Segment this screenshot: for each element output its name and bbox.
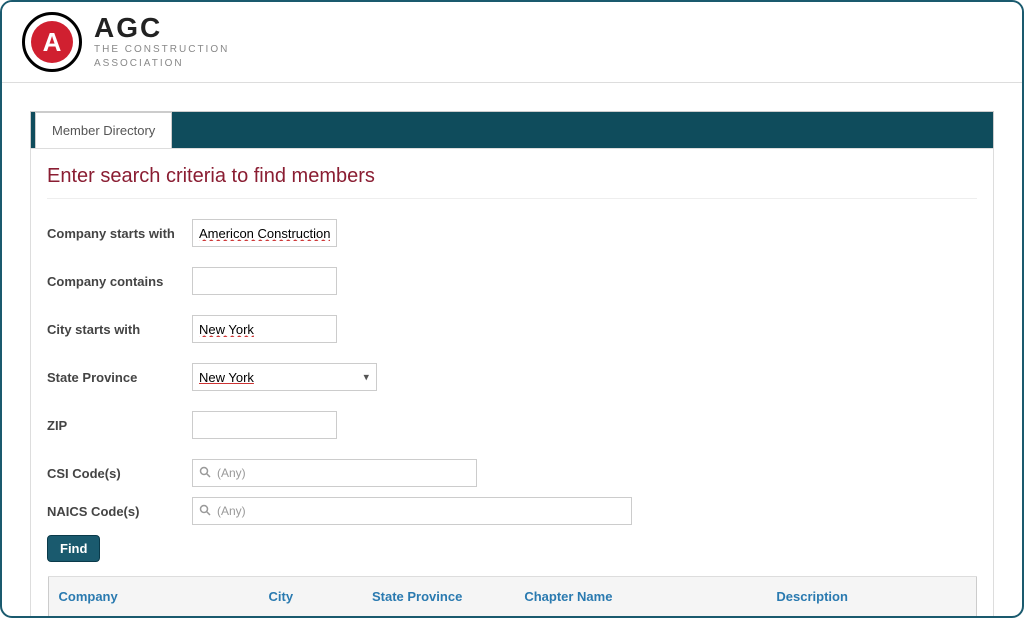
csi-codes-label: CSI Code(s) xyxy=(47,466,192,481)
results-header-row: Company City State Province Chapter Name… xyxy=(48,577,976,618)
search-icon xyxy=(199,466,211,481)
find-button[interactable]: Find xyxy=(47,535,100,562)
naics-codes-input[interactable]: (Any) xyxy=(192,497,632,525)
csi-placeholder: (Any) xyxy=(217,466,246,480)
state-province-value: New York xyxy=(199,370,254,385)
col-city[interactable]: City xyxy=(259,577,362,618)
company-starts-label: Company starts with xyxy=(47,226,192,241)
logo-letter: A xyxy=(31,21,73,63)
zip-label: ZIP xyxy=(47,418,192,433)
col-chapter[interactable]: Chapter Name xyxy=(514,577,766,618)
logo-subtitle-1: THE CONSTRUCTION xyxy=(94,44,229,56)
search-icon xyxy=(199,504,211,519)
results-table: Company City State Province Chapter Name… xyxy=(47,576,977,618)
col-company[interactable]: Company xyxy=(48,577,259,618)
logo-subtitle-2: ASSOCIATION xyxy=(94,58,229,70)
header: A AGC THE CONSTRUCTION ASSOCIATION xyxy=(2,2,1022,82)
naics-placeholder: (Any) xyxy=(217,504,246,518)
state-province-label: State Province xyxy=(47,370,192,385)
content-wrap: Member Directory Enter search criteria t… xyxy=(2,83,1022,618)
state-province-select-wrap[interactable]: New York xyxy=(192,363,377,391)
col-state[interactable]: State Province xyxy=(362,577,514,618)
page-heading: Enter search criteria to find members xyxy=(47,165,977,199)
main-panel: Enter search criteria to find members Co… xyxy=(30,148,994,618)
tab-member-directory[interactable]: Member Directory xyxy=(35,112,172,148)
col-description[interactable]: Description xyxy=(766,577,976,618)
city-starts-label: City starts with xyxy=(47,322,192,337)
company-contains-label: Company contains xyxy=(47,274,192,289)
city-starts-input[interactable] xyxy=(192,315,337,343)
csi-codes-input[interactable]: (Any) xyxy=(192,459,477,487)
company-starts-input[interactable] xyxy=(192,219,337,247)
app-frame: A AGC THE CONSTRUCTION ASSOCIATION Membe… xyxy=(0,0,1024,618)
company-contains-input[interactable] xyxy=(192,267,337,295)
naics-codes-label: NAICS Code(s) xyxy=(47,504,192,519)
zip-input[interactable] xyxy=(192,411,337,439)
logo-title: AGC xyxy=(94,14,229,42)
logo-emblem: A xyxy=(22,12,82,72)
logo-text-block: AGC THE CONSTRUCTION ASSOCIATION xyxy=(94,14,229,70)
state-province-select: New York xyxy=(192,363,377,391)
tab-bar: Member Directory xyxy=(30,111,994,148)
